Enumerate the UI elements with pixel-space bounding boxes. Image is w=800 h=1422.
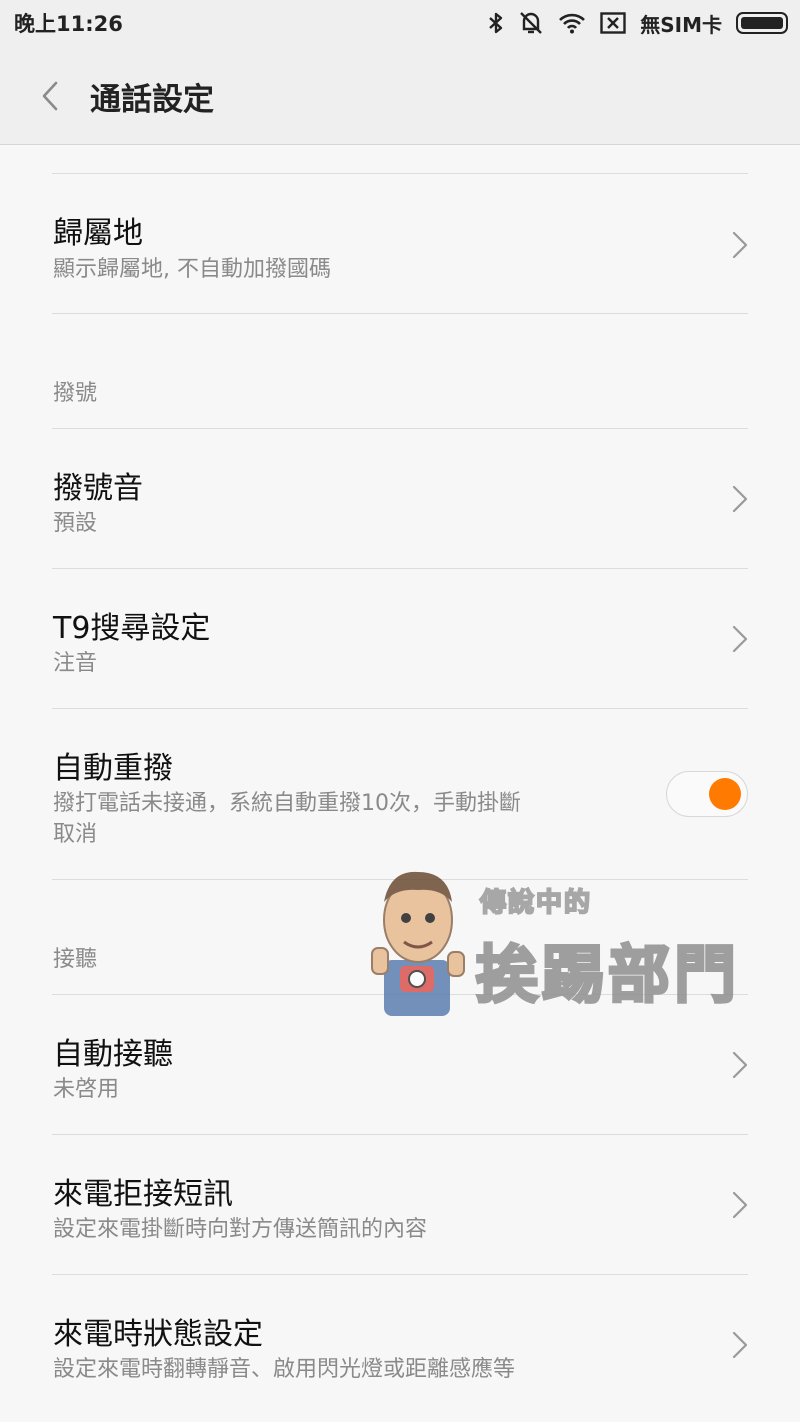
setting-title: 撥號音 <box>53 471 143 506</box>
setting-subtitle-line1: 撥打電話未接通，系統自動重撥10次，手動掛斷 <box>53 791 521 816</box>
setting-subtitle: 顯示歸屬地, 不自動加撥國碼 <box>53 257 331 282</box>
toggle-knob <box>709 778 741 810</box>
settings-list: 歸屬地 顯示歸屬地, 不自動加撥國碼 撥號 撥號音 預設 T9搜尋設定 注音 自… <box>0 145 800 1422</box>
setting-subtitle: 未啓用 <box>53 1077 120 1102</box>
setting-title: 來電拒接短訊 <box>53 1177 233 1212</box>
page-title: 通話設定 <box>90 82 214 118</box>
setting-subtitle: 設定來電時翻轉靜音、啟用閃光燈或距離感應等 <box>53 1357 516 1382</box>
no-sim-icon <box>600 12 626 34</box>
setting-subtitle-line2: 取消 <box>53 822 98 847</box>
setting-row-incoming-status[interactable]: 來電時狀態設定 設定來電時翻轉靜音、啟用閃光燈或距離感應等 <box>0 1275 800 1414</box>
chevron-right-icon <box>732 1331 748 1359</box>
setting-subtitle: 預設 <box>53 511 98 536</box>
setting-row-t9-search[interactable]: T9搜尋設定 注音 <box>0 569 800 708</box>
setting-row-reject-sms[interactable]: 來電拒接短訊 設定來電掛斷時向對方傳送簡訊的內容 <box>0 1135 800 1274</box>
watermark-text-small: 傳說中的 <box>479 887 593 919</box>
status-time: 晚上11:26 <box>14 12 123 36</box>
chevron-right-icon <box>732 625 748 653</box>
chevron-right-icon <box>732 1051 748 1079</box>
wifi-icon <box>558 12 586 34</box>
chevron-left-icon <box>42 81 58 111</box>
chevron-right-icon <box>732 485 748 513</box>
status-bar: 晚上11:26 無SIM卡 <box>0 0 800 48</box>
setting-row-auto-redial: 自動重撥 撥打電話未接通，系統自動重撥10次，手動掛斷 取消 <box>0 709 800 879</box>
bluetooth-icon <box>488 11 504 35</box>
setting-title: 歸屬地 <box>53 216 143 251</box>
chevron-right-icon <box>732 1191 748 1219</box>
setting-title: 自動重撥 <box>53 751 173 786</box>
status-icons: 無SIM卡 <box>488 6 788 40</box>
auto-redial-toggle[interactable] <box>666 771 748 817</box>
sim-status-text: 無SIM卡 <box>640 12 722 37</box>
back-button[interactable] <box>22 68 78 124</box>
chevron-right-icon <box>732 231 748 259</box>
setting-title: 來電時狀態設定 <box>53 1317 263 1352</box>
setting-row-dial-tone[interactable]: 撥號音 預設 <box>0 429 800 568</box>
divider <box>52 313 748 314</box>
watermark-text-large: 挨踢部門 <box>474 937 741 1013</box>
setting-row-location[interactable]: 歸屬地 顯示歸屬地, 不自動加撥國碼 <box>0 174 800 314</box>
setting-title: T9搜尋設定 <box>53 611 211 646</box>
setting-subtitle: 注音 <box>53 651 98 676</box>
vibrate-mute-icon <box>518 10 544 36</box>
mascot-face-icon <box>371 871 465 1016</box>
setting-subtitle: 設定來電掛斷時向對方傳送簡訊的內容 <box>53 1217 428 1242</box>
title-bar: 通話設定 <box>0 48 800 145</box>
watermark-logo: 傳說中的 挨踢部門 <box>364 858 754 1024</box>
section-label-answer: 接聽 <box>53 947 98 972</box>
section-label-dial: 撥號 <box>53 381 98 406</box>
battery-icon <box>736 12 788 34</box>
setting-title: 自動接聽 <box>53 1037 173 1072</box>
